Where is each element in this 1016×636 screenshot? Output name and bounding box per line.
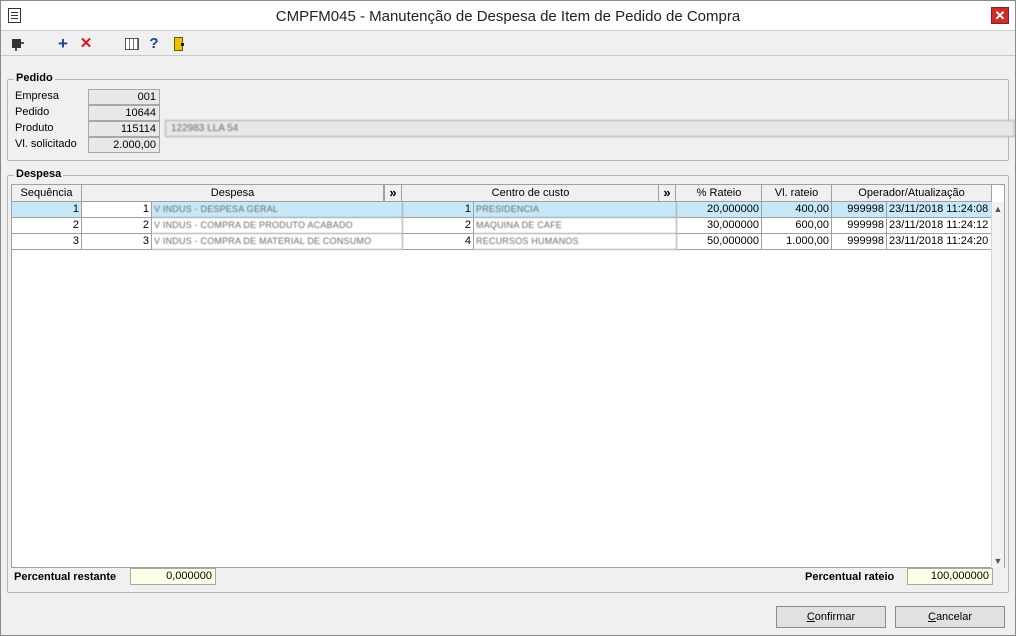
cell-atualizacao: 23/11/2018 11:24:20 <box>887 234 992 250</box>
cell-sequencia[interactable]: 1 <box>12 202 82 218</box>
header-vl-rateio[interactable]: Vl. rateio <box>762 185 832 201</box>
empresa-label: Empresa <box>15 90 60 102</box>
title-bar: CMPFM045 - Manutenção de Despesa de Item… <box>1 1 1015 31</box>
vertical-scrollbar[interactable]: ▲ ▼ <box>991 202 1004 568</box>
cell-despesa-code[interactable]: 2 <box>82 218 152 234</box>
cancelar-accesskey: C <box>927 611 936 623</box>
cell-sequencia[interactable]: 2 <box>12 218 82 234</box>
window-title: CMPFM045 - Manutenção de Despesa de Item… <box>275 8 741 25</box>
pedido-group-label: Pedido <box>14 72 55 84</box>
cell-centro-custo-code[interactable]: 4 <box>403 234 474 250</box>
cell-centro-custo-code[interactable]: 2 <box>403 218 474 234</box>
cell-vl-rateio[interactable]: 600,00 <box>762 218 832 234</box>
cell-despesa-code[interactable]: 1 <box>82 202 152 218</box>
cell-sequencia[interactable]: 3 <box>12 234 82 250</box>
scroll-down-icon[interactable]: ▼ <box>992 554 1004 568</box>
cell-despesa-desc: V INDUS - COMPRA DE MATERIAL DE CONSUMO <box>152 234 403 250</box>
percentual-rateio-field: 100,000000 <box>907 568 993 585</box>
despesa-more-icon[interactable]: » <box>384 185 402 201</box>
cell-centro-custo-code[interactable]: 1 <box>403 202 474 218</box>
cell-centro-custo-desc: RECURSOS HUMANOS <box>474 234 677 250</box>
cancelar-label: ancelar <box>935 611 973 623</box>
grid-header: Sequência Despesa » Centro de custo » % … <box>12 185 992 202</box>
toolbar: + ✕ ? <box>1 32 1015 56</box>
cell-despesa-desc: V INDUS - COMPRA DE PRODUTO ACABADO <box>152 218 403 234</box>
grid-icon[interactable] <box>124 36 140 52</box>
header-operador[interactable]: Operador/Atualização <box>832 185 992 201</box>
pedido-label: Pedido <box>15 106 50 118</box>
percentual-rateio-label: Percentual rateio <box>805 571 895 583</box>
table-row[interactable]: 1 1 V INDUS - DESPESA GERAL 1 PRESIDENCI… <box>12 202 992 218</box>
header-rateio[interactable]: % Rateio <box>677 185 762 201</box>
confirmar-label: onfirmar <box>814 611 856 623</box>
cancelar-button[interactable]: Cancelar <box>895 606 1005 628</box>
despesa-group-label: Despesa <box>14 168 64 180</box>
cell-rateio[interactable]: 50,000000 <box>677 234 762 250</box>
produto-label: Produto <box>15 122 54 134</box>
cell-atualizacao: 23/11/2018 11:24:08 <box>887 202 992 218</box>
cell-vl-rateio[interactable]: 1.000,00 <box>762 234 832 250</box>
despesa-grid: Sequência Despesa » Centro de custo » % … <box>11 184 1005 568</box>
help-icon[interactable]: ? <box>146 36 162 52</box>
header-centro-custo[interactable]: Centro de custo <box>403 185 659 201</box>
header-despesa[interactable]: Despesa <box>82 185 384 201</box>
table-row[interactable]: 2 2 V INDUS - COMPRA DE PRODUTO ACABADO … <box>12 218 992 234</box>
cell-operador: 999998 <box>832 202 887 218</box>
cell-centro-custo-desc: PRESIDENCIA <box>474 202 677 218</box>
cell-centro-custo-desc: MAQUINA DE CAFE <box>474 218 677 234</box>
cell-rateio[interactable]: 30,000000 <box>677 218 762 234</box>
cell-operador: 999998 <box>832 218 887 234</box>
delete-icon[interactable]: ✕ <box>78 36 94 52</box>
exit-icon[interactable] <box>171 36 187 52</box>
cell-operador: 999998 <box>832 234 887 250</box>
confirmar-button[interactable]: Confirmar <box>776 606 886 628</box>
empresa-field[interactable]: 001 <box>88 89 160 105</box>
pedido-group: Pedido Empresa 001 Pedido 10644 Produto … <box>7 72 1015 161</box>
cell-atualizacao: 23/11/2018 11:24:12 <box>887 218 992 234</box>
table-row[interactable]: 3 3 V INDUS - COMPRA DE MATERIAL DE CONS… <box>12 234 992 250</box>
produto-description: 122983 LLA 54 <box>165 120 1015 137</box>
cell-despesa-code[interactable]: 3 <box>82 234 152 250</box>
scroll-up-icon[interactable]: ▲ <box>992 202 1004 216</box>
vl-solicitado-label: Vl. solicitado <box>15 138 77 150</box>
centro-custo-more-icon[interactable]: » <box>658 185 676 201</box>
cell-despesa-desc: V INDUS - DESPESA GERAL <box>152 202 403 218</box>
produto-field[interactable]: 115114 <box>88 121 160 137</box>
pedido-field[interactable]: 10644 <box>88 105 160 121</box>
header-sequencia[interactable]: Sequência <box>12 185 82 201</box>
first-record-icon[interactable] <box>9 36 25 52</box>
percentual-restante-field: 0,000000 <box>130 568 216 585</box>
close-button[interactable]: ✕ <box>991 7 1009 24</box>
app-window: CMPFM045 - Manutenção de Despesa de Item… <box>0 0 1016 636</box>
confirmar-accesskey: C <box>806 611 815 623</box>
add-icon[interactable]: + <box>55 35 71 52</box>
vl-solicitado-field[interactable]: 2.000,00 <box>88 137 160 153</box>
cell-rateio[interactable]: 20,000000 <box>677 202 762 218</box>
cell-vl-rateio[interactable]: 400,00 <box>762 202 832 218</box>
percentual-restante-label: Percentual restante <box>14 571 117 583</box>
